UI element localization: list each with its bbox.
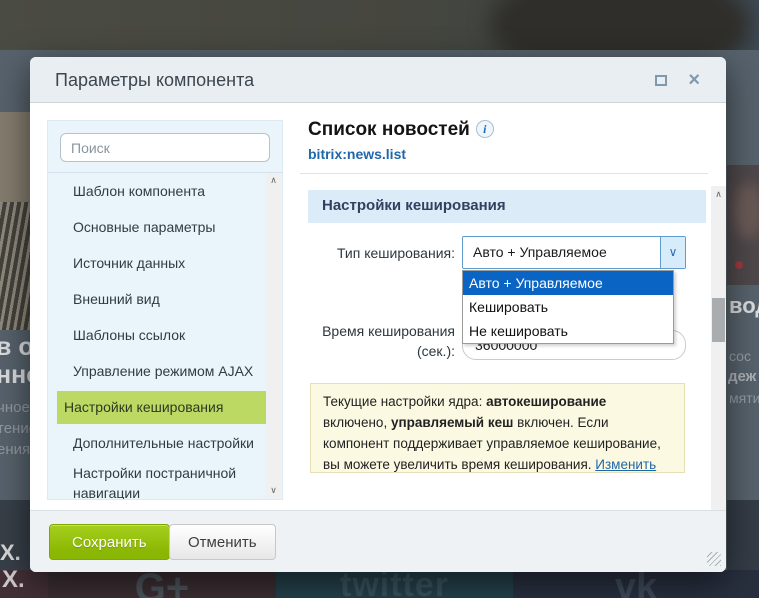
cache-type-select[interactable]: Авто + Управляемое ∨ [462,236,686,269]
sidebar-list: Шаблон компонента Основные параметры Ист… [48,173,267,499]
sidebar-item-cache-settings[interactable]: Настройки кеширования [57,391,266,424]
cache-time-label-line1: Время кеширования [322,323,455,339]
background-photo-header [0,0,759,50]
content-scroll-up-icon[interactable]: ∧ [711,189,726,200]
sidebar-scroll-down-icon[interactable]: ∨ [266,485,281,496]
section-heading: Настройки кеширования [322,197,506,214]
content-scroll-thumb[interactable] [712,298,725,342]
vk-logo: vk [614,570,658,598]
resize-grip[interactable] [707,552,721,566]
sidebar-scrollbar[interactable]: ∧ ∨ [266,173,281,498]
cache-type-selected-value: Авто + Управляемое [473,244,607,260]
dialog-footer: Сохранить Отменить [30,510,726,572]
save-button[interactable]: Сохранить [49,524,170,560]
x-logo: X. [2,570,25,593]
sidebar-item-pagination-settings[interactable]: Настройки постраничной навигации [57,461,267,499]
kernel-settings-notice: Текущие настройки ядра: автокеширование … [310,383,685,473]
dropdown-option-auto-managed[interactable]: Авто + Управляемое [463,271,673,295]
dropdown-option-no-cache[interactable]: Не кешировать [463,319,673,343]
background-social-bar: X. G+ twitter vk [0,570,759,598]
background-left-logo: X. [0,540,21,565]
sidebar-item-main-parameters[interactable]: Основные параметры [57,209,267,245]
background-right-text-2: мяти [729,390,759,406]
sidebar-item-additional-settings[interactable]: Дополнительные настройки [57,425,267,461]
notice-text-1: Текущие настройки ядра: [323,394,487,409]
background-red-dot [735,261,743,269]
background-right-heading: вод [729,293,759,318]
cache-type-label: Тип кеширования: [336,245,455,261]
google-plus-logo: G+ [134,570,190,598]
select-arrow-box[interactable]: ∨ [660,237,685,268]
background-photo-person [490,0,750,50]
component-title-row: Список новостей i [308,119,494,141]
content-scrollbar[interactable]: ∧ ∨ [711,186,726,560]
dropdown-option-cache[interactable]: Кешировать [463,295,673,319]
notice-bold-autocache: автокеширование [486,394,607,409]
settings-sidebar: Шаблон компонента Основные параметры Ист… [47,120,283,500]
background-social-tile-twitter: twitter [276,570,513,598]
info-icon[interactable]: i [475,120,494,138]
search-input[interactable] [60,133,270,162]
background-left-text-1: чное [0,399,30,416]
background-social-tile-vk: vk [513,570,759,598]
cache-time-label-line2: (сек.): [416,343,455,359]
background-social-tile-gplus: G+ [48,570,276,598]
background-left-image-striped [0,202,30,330]
background-right-image [727,165,759,285]
component-title: Список новостей [308,119,470,140]
sidebar-item-link-templates[interactable]: Шаблоны ссылок [57,317,267,353]
component-parameters-dialog: Параметры компонента × Шаблон компонента… [30,57,726,572]
sidebar-item-component-template[interactable]: Шаблон компонента [57,173,267,209]
twitter-logo: twitter [340,570,449,598]
dialog-header: Параметры компонента × [30,57,726,103]
notice-bold-managed-cache: управляемый кеш [390,415,514,430]
sidebar-item-data-source[interactable]: Источник данных [57,245,267,281]
cancel-button[interactable]: Отменить [169,524,276,560]
background-right-dark-strip [727,500,759,570]
cache-time-label: Время кеширования (сек.): [308,321,455,361]
cache-type-dropdown: Авто + Управляемое Кешировать Не кеширов… [462,270,674,344]
title-divider [300,173,708,174]
chevron-down-icon: ∨ [668,245,678,259]
background-right-image-blob [733,183,759,239]
sidebar-item-appearance[interactable]: Внешний вид [57,281,267,317]
page: в од нное чное тение ения X. вод сос деж… [0,0,759,598]
notice-text-2: включено, [323,415,391,430]
background-left-text-3: ения [0,441,31,458]
background-left-image-top [0,112,30,202]
background-social-tile-x: X. [0,570,48,598]
background-right-text-bold: деж [728,368,757,385]
dialog-title: Параметры компонента [55,70,255,90]
section-heading-band: Настройки кеширования [308,190,706,223]
component-code: bitrix:news.list [308,146,407,162]
sidebar-scroll-up-icon[interactable]: ∧ [266,175,281,186]
background-right-text-1: сос [729,348,751,364]
maximize-icon[interactable] [655,75,667,86]
sidebar-item-ajax-mode[interactable]: Управление режимом AJAX [57,353,267,389]
close-icon[interactable]: × [688,65,700,95]
